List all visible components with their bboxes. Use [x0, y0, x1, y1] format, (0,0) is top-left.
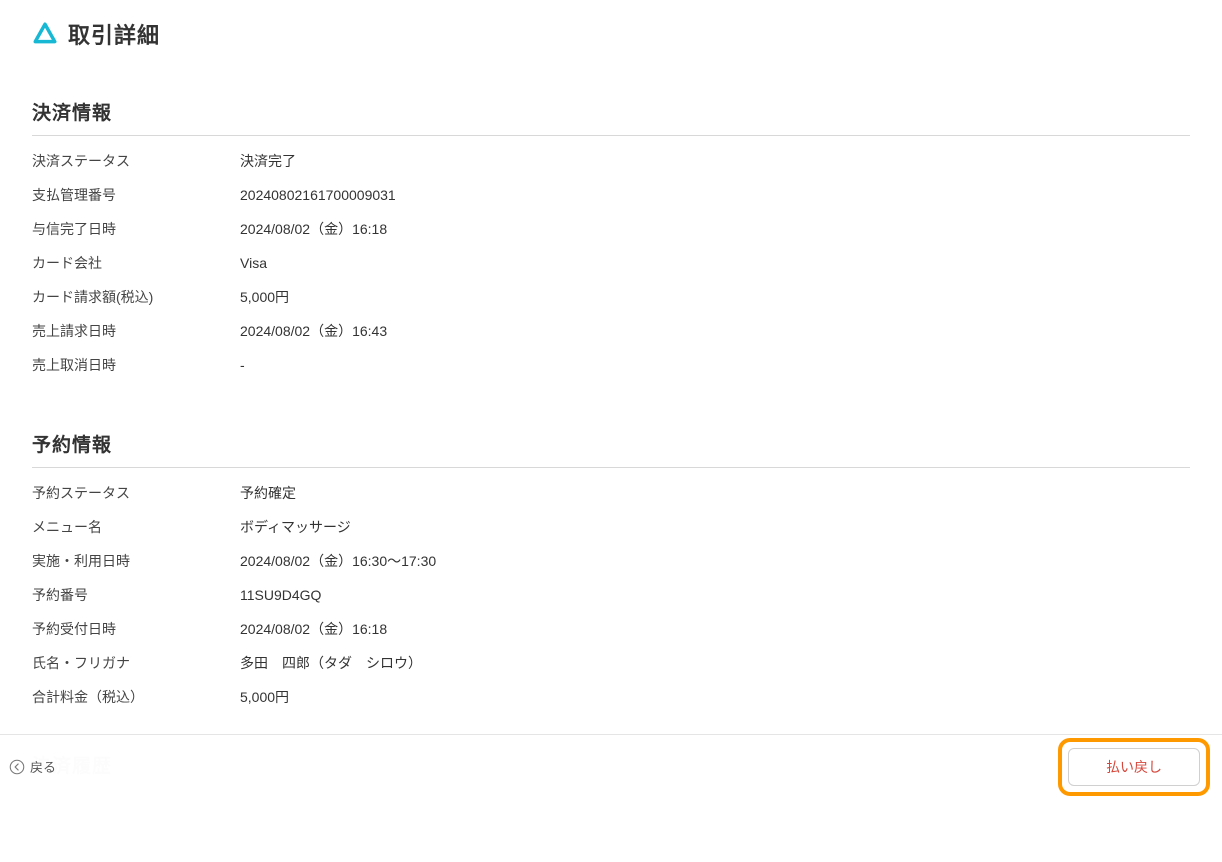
info-value: 2024/08/02（金）16:43	[240, 321, 387, 341]
info-label: カード会社	[32, 253, 240, 273]
chevron-left-circle-icon	[8, 758, 26, 776]
page-title: 取引詳細	[68, 18, 160, 50]
table-row: カード請求額(税込) 5,000円	[32, 280, 1190, 314]
info-label: 支払管理番号	[32, 185, 240, 205]
info-label: メニュー名	[32, 517, 240, 537]
reservation-section-body: 予約ステータス 予約確定 メニュー名 ボディマッサージ 実施・利用日時 2024…	[32, 468, 1190, 714]
back-button[interactable]: 戻る	[8, 757, 56, 776]
info-value: -	[240, 355, 245, 375]
info-label: 予約受付日時	[32, 619, 240, 639]
table-row: カード会社 Visa	[32, 246, 1190, 280]
table-row: 予約受付日時 2024/08/02（金）16:18	[32, 612, 1190, 646]
table-row: 予約ステータス 予約確定	[32, 476, 1190, 510]
table-row: 決済ステータス 決済完了	[32, 144, 1190, 178]
info-label: 予約番号	[32, 585, 240, 605]
footer-bar: 戻る 払い戻し	[0, 734, 1222, 798]
info-value: 決済完了	[240, 151, 296, 171]
refund-button[interactable]: 払い戻し	[1068, 748, 1200, 786]
payment-section: 決済情報 決済ステータス 決済完了 支払管理番号 202408021617000…	[32, 98, 1190, 382]
info-value: 2024/08/02（金）16:18	[240, 219, 387, 239]
payment-section-title: 決済情報	[32, 98, 1190, 136]
info-value: 予約確定	[240, 483, 296, 503]
info-label: 予約ステータス	[32, 483, 240, 503]
table-row: 売上請求日時 2024/08/02（金）16:43	[32, 314, 1190, 348]
info-label: 決済ステータス	[32, 151, 240, 171]
table-row: 売上取消日時 -	[32, 348, 1190, 382]
info-label: 売上取消日時	[32, 355, 240, 375]
table-row: 予約番号 11SU9D4GQ	[32, 578, 1190, 612]
reservation-section-title: 予約情報	[32, 430, 1190, 468]
info-value: 5,000円	[240, 687, 289, 707]
refund-highlight: 払い戻し	[1058, 738, 1210, 796]
info-label: 与信完了日時	[32, 219, 240, 239]
info-value: ボディマッサージ	[240, 517, 351, 537]
info-value: 多田 四郎（タダ シロウ）	[240, 653, 422, 673]
info-value: 11SU9D4GQ	[240, 585, 321, 605]
info-label: カード請求額(税込)	[32, 287, 240, 307]
table-row: 合計料金（税込） 5,000円	[32, 680, 1190, 714]
info-value: 20240802161700009031	[240, 185, 396, 205]
info-label: 氏名・フリガナ	[32, 653, 240, 673]
payment-section-body: 決済ステータス 決済完了 支払管理番号 20240802161700009031…	[32, 136, 1190, 382]
table-row: 実施・利用日時 2024/08/02（金）16:30〜17:30	[32, 544, 1190, 578]
info-label: 実施・利用日時	[32, 551, 240, 571]
table-row: 支払管理番号 20240802161700009031	[32, 178, 1190, 212]
table-row: 氏名・フリガナ 多田 四郎（タダ シロウ）	[32, 646, 1190, 680]
table-row: メニュー名 ボディマッサージ	[32, 510, 1190, 544]
reservation-section: 予約情報 予約ステータス 予約確定 メニュー名 ボディマッサージ 実施・利用日時…	[32, 430, 1190, 714]
info-label: 合計料金（税込）	[32, 687, 240, 707]
info-value: Visa	[240, 253, 267, 273]
info-value: 2024/08/02（金）16:30〜17:30	[240, 551, 436, 571]
triangle-icon	[32, 21, 58, 47]
info-value: 2024/08/02（金）16:18	[240, 619, 387, 639]
info-value: 5,000円	[240, 287, 289, 307]
info-label: 売上請求日時	[32, 321, 240, 341]
back-label: 戻る	[30, 757, 56, 776]
page-header: 取引詳細	[32, 18, 1190, 50]
table-row: 与信完了日時 2024/08/02（金）16:18	[32, 212, 1190, 246]
